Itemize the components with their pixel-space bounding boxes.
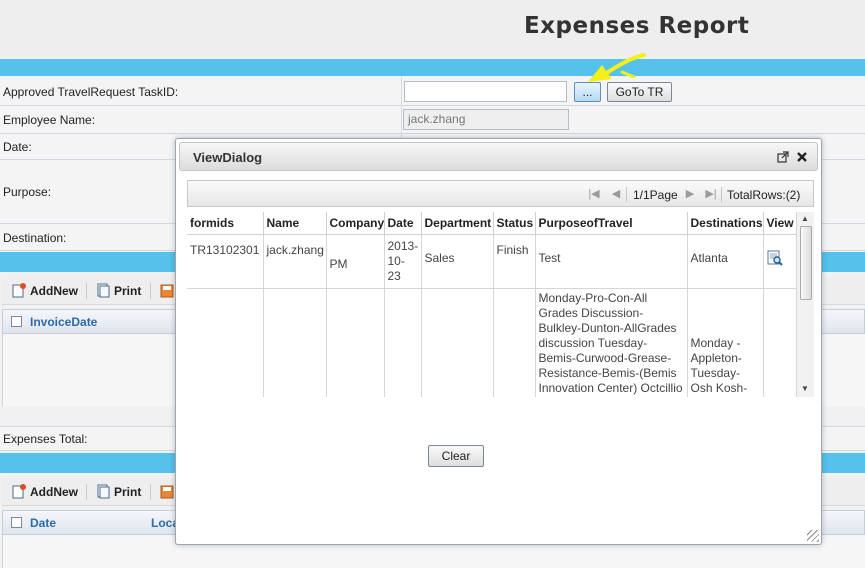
column-date[interactable]: Date: [30, 516, 56, 530]
print-button[interactable]: Print: [96, 282, 141, 300]
pager-bar: |◀ ◀ 1/1Page ▶ ▶| TotalRows:(2): [187, 180, 814, 207]
dialog-header[interactable]: ViewDialog: [179, 142, 818, 171]
popout-icon[interactable]: [777, 151, 789, 163]
column-header[interactable]: Name: [263, 212, 327, 235]
column-invoicedate[interactable]: InvoiceDate: [30, 315, 97, 329]
total-rows: TotalRows:(2): [727, 188, 801, 202]
close-icon[interactable]: [796, 151, 808, 163]
cell-company: PM: [326, 234, 385, 289]
expenses-total-label: Expenses Total:: [3, 432, 88, 446]
employee-row: Employee Name: jack.zhang: [0, 106, 865, 134]
add-document-icon: [12, 484, 26, 499]
print-icon: [97, 484, 110, 499]
add-document-icon: [12, 283, 26, 298]
page-header: Expenses Report: [0, 0, 865, 58]
column-header[interactable]: Company: [326, 212, 385, 235]
cell-destinations: Atlanta: [687, 234, 764, 289]
cell-purpose: Test: [535, 234, 688, 289]
column-header[interactable]: View: [763, 212, 798, 235]
select-all-checkbox[interactable]: [11, 517, 22, 528]
print-button[interactable]: Print: [96, 483, 141, 501]
annotation-arrow-icon: [588, 53, 646, 82]
results-table: formids Name Company Date Department Sta…: [187, 212, 798, 397]
scroll-up-icon[interactable]: ▲: [801, 214, 809, 223]
resize-handle-icon[interactable]: [807, 530, 819, 542]
cell-view: [763, 288, 798, 397]
select-all-checkbox[interactable]: [11, 316, 22, 327]
cell-view: [763, 234, 798, 289]
purpose-label: Purpose:: [3, 185, 52, 199]
next-page-icon[interactable]: ▶: [684, 188, 696, 200]
last-page-icon[interactable]: ▶|: [705, 188, 717, 200]
date-label: Date:: [3, 140, 32, 154]
employee-name-field[interactable]: jack.zhang: [403, 109, 569, 130]
prev-page-icon[interactable]: ◀: [610, 188, 622, 200]
column-header[interactable]: formids: [187, 212, 264, 235]
cell-department: Sales: [421, 234, 494, 289]
cell-formids: [187, 288, 264, 397]
cell-date: [384, 288, 422, 397]
table-header-row: formids Name Company Date Department Sta…: [187, 212, 798, 235]
save-icon[interactable]: [160, 284, 174, 298]
cell-department: [421, 288, 494, 397]
view-dialog: ViewDialog |◀ ◀ 1/1Page ▶ ▶| TotalRows:(…: [175, 138, 822, 545]
addnew-button[interactable]: AddNew: [12, 483, 78, 501]
page-indicator: 1/1Page: [633, 188, 678, 202]
addnew-button[interactable]: AddNew: [12, 282, 78, 300]
taskid-input[interactable]: [404, 81, 567, 102]
save-icon[interactable]: [160, 485, 174, 499]
scroll-down-icon[interactable]: ▼: [801, 384, 809, 393]
column-header[interactable]: Status: [493, 212, 536, 235]
table-row[interactable]: Monday-Pro-Con-All Grades Discussion-Bul…: [187, 288, 798, 397]
page-title: Expenses Report: [524, 13, 750, 39]
table-scrollbar[interactable]: ▲ ▼: [796, 212, 814, 397]
section-bar: [0, 59, 865, 76]
results-table-container: formids Name Company Date Department Sta…: [187, 212, 814, 397]
cell-name: [263, 288, 327, 397]
table-row[interactable]: TR13102301 jack.zhang PM 2013-10-23 Sale…: [187, 234, 798, 289]
employee-label: Employee Name:: [3, 113, 96, 127]
scroll-thumb[interactable]: [800, 226, 812, 300]
column-header[interactable]: Date: [384, 212, 422, 235]
cell-formids: TR13102301: [187, 234, 264, 289]
column-header[interactable]: Department: [421, 212, 494, 235]
view-details-icon[interactable]: [767, 250, 783, 266]
cell-status: [493, 288, 536, 397]
dialog-title: ViewDialog: [193, 150, 263, 165]
print-icon: [97, 283, 110, 298]
column-header[interactable]: PurposeofTravel: [535, 212, 688, 235]
cell-company: [326, 288, 385, 397]
column-header[interactable]: Destinations: [687, 212, 764, 235]
clear-button[interactable]: Clear: [428, 445, 484, 467]
taskid-row: Approved TravelRequest TaskID: ... GoTo …: [0, 77, 865, 106]
cell-destinations: Monday - Appleton-Tuesday-Osh Kosh-Neena…: [687, 288, 764, 397]
cell-status: Finish: [493, 234, 536, 289]
cell-name: jack.zhang: [263, 234, 327, 289]
taskid-label: Approved TravelRequest TaskID:: [3, 85, 179, 99]
cell-date: 2013-10-23: [384, 234, 422, 289]
first-page-icon[interactable]: |◀: [588, 188, 600, 200]
cell-purpose: Monday-Pro-Con-All Grades Discussion-Bul…: [535, 288, 688, 397]
destination-label: Destination:: [3, 231, 67, 245]
